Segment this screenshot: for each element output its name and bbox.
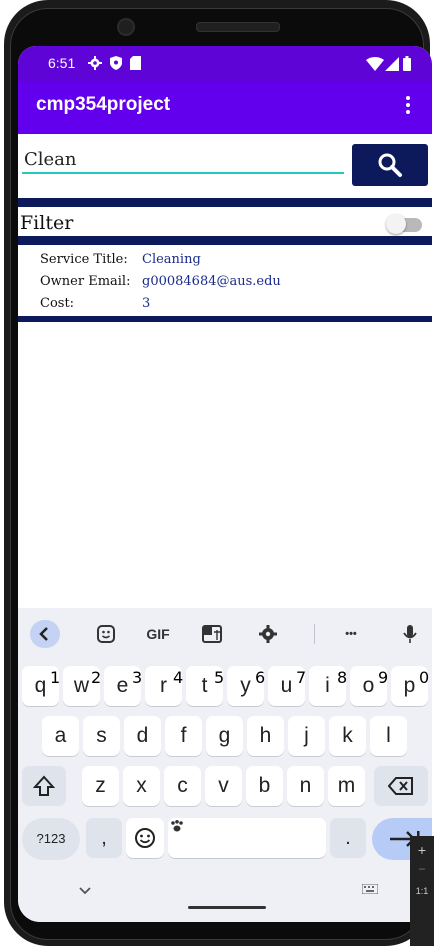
app-bar: cmp354project	[18, 82, 432, 134]
search-button[interactable]	[352, 144, 428, 186]
key-l[interactable]: l	[370, 716, 407, 756]
gesture-nav-bar[interactable]	[188, 906, 266, 909]
shift-key[interactable]	[22, 766, 66, 806]
emoji-icon	[135, 828, 155, 848]
key-b[interactable]: b	[246, 766, 283, 806]
key-hint-number: 2	[91, 668, 102, 687]
key-m[interactable]: m	[328, 766, 365, 806]
space-key[interactable]	[168, 818, 326, 858]
result-row-title: Service Title: Cleaning	[40, 252, 201, 267]
hide-keyboard-chevron-icon[interactable]	[78, 886, 92, 896]
zoom-out-button[interactable]: −	[410, 862, 434, 876]
result-label: Service Title:	[40, 252, 128, 267]
settings-status-icon	[88, 56, 102, 70]
sticker-icon	[97, 625, 115, 643]
result-value: 3	[142, 296, 151, 311]
front-camera	[117, 18, 135, 36]
section-divider	[18, 236, 432, 245]
key-hint-number: 9	[378, 668, 389, 687]
backspace-key[interactable]	[374, 766, 428, 806]
emulator-zoom-panel: + − 1:1	[410, 836, 434, 946]
keyboard-settings-button[interactable]	[254, 620, 282, 648]
section-divider	[18, 198, 432, 207]
result-row-email: Owner Email: g00084684@aus.edu	[40, 274, 281, 289]
comma-key[interactable]: ,	[86, 818, 122, 858]
key-v[interactable]: v	[205, 766, 242, 806]
keyboard-back-button[interactable]	[30, 620, 60, 648]
keyboard-switch-icon[interactable]	[362, 884, 378, 894]
sd-card-status-icon	[130, 56, 141, 70]
battery-icon	[403, 56, 411, 71]
gif-button[interactable]: GIF	[138, 620, 178, 648]
result-label: Owner Email:	[40, 274, 131, 289]
key-hint-number: 5	[214, 668, 225, 687]
shield-status-icon	[110, 56, 122, 70]
wifi-icon	[366, 57, 384, 71]
zoom-in-button[interactable]: +	[410, 842, 434, 858]
key-hint-number: 4	[173, 668, 184, 687]
gear-icon	[259, 625, 277, 643]
microphone-icon	[403, 625, 417, 643]
actual-size-button[interactable]: 1:1	[410, 886, 434, 896]
key-g[interactable]: g	[206, 716, 243, 756]
more-button[interactable]: •••	[336, 620, 366, 648]
soft-keyboard: GIF ••• q1w2e3r4t5y6u7i8o9p0 asdfghjkl z…	[18, 608, 432, 922]
key-s[interactable]: s	[83, 716, 120, 756]
cell-signal-icon	[385, 57, 399, 71]
sticker-button[interactable]	[92, 620, 120, 648]
emoji-key[interactable]	[126, 818, 164, 858]
voice-input-button[interactable]	[398, 620, 422, 648]
overflow-menu-icon[interactable]	[406, 96, 412, 120]
result-row-cost: Cost: 3	[40, 296, 150, 311]
key-hint-number: 6	[255, 668, 266, 687]
key-f[interactable]: f	[165, 716, 202, 756]
key-j[interactable]: j	[288, 716, 325, 756]
result-value: Cleaning	[142, 252, 201, 267]
app-title: cmp354project	[36, 94, 171, 115]
key-n[interactable]: n	[287, 766, 324, 806]
chevron-left-icon	[39, 627, 48, 641]
key-hint-number: 3	[132, 668, 143, 687]
key-h[interactable]: h	[247, 716, 284, 756]
status-time: 6:51	[48, 55, 76, 71]
key-hint-number: 7	[296, 668, 307, 687]
key-x[interactable]: x	[123, 766, 160, 806]
symbols-key[interactable]: ?123	[22, 818, 80, 860]
search-icon	[378, 153, 402, 177]
filter-label: Filter	[20, 212, 74, 234]
shift-icon	[32, 775, 56, 796]
result-value: g00084684@aus.edu	[142, 274, 281, 289]
key-z[interactable]: z	[82, 766, 119, 806]
paw-icon	[171, 820, 183, 832]
section-divider	[18, 316, 432, 322]
result-label: Cost:	[40, 296, 75, 311]
key-k[interactable]: k	[329, 716, 366, 756]
key-hint-number: 8	[337, 668, 348, 687]
filter-switch-knob[interactable]	[386, 214, 406, 234]
translate-button[interactable]	[198, 620, 226, 648]
key-hint-number: 0	[419, 668, 430, 687]
translate-icon	[202, 625, 222, 643]
status-bar: 6:51	[18, 46, 432, 82]
period-key[interactable]: .	[330, 818, 366, 858]
key-c[interactable]: c	[164, 766, 201, 806]
key-a[interactable]: a	[42, 716, 79, 756]
key-hint-number: 1	[50, 668, 61, 687]
search-input[interactable]	[22, 146, 344, 174]
key-d[interactable]: d	[124, 716, 161, 756]
backspace-icon	[387, 777, 413, 795]
phone-screen: 6:51 cmp354project Clean Filter Service …	[18, 46, 432, 922]
suggestion-separator	[314, 624, 315, 644]
earpiece-speaker	[196, 22, 280, 32]
